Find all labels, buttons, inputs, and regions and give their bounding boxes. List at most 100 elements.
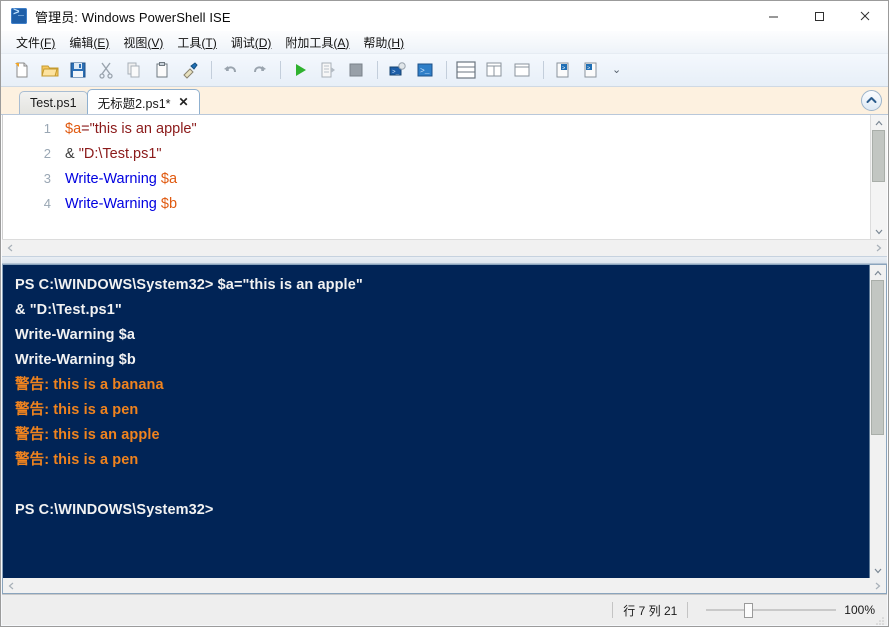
menu-item-edit[interactable]: 编辑(E) [62,32,116,53]
undo-icon[interactable] [218,57,244,83]
start-powershell-icon[interactable]: >_ [412,57,438,83]
menu-label: 调试 [230,35,255,50]
console-prompt-line: PS C:\WINDOWS\System32> [15,502,214,518]
code-text: & "D:\Test.ps1" [65,146,162,162]
tab-close-icon[interactable]: ✕ [179,96,189,108]
console-horizontal-scrollbar[interactable] [2,578,887,594]
console-pane: PS C:\WINDOWS\System32> $a="this is an a… [2,264,887,578]
script-editor[interactable]: 1 $a="this is an apple" 2 & "D:\Test.ps1… [2,115,870,239]
layout-vertical-icon[interactable] [481,57,507,83]
scroll-thumb[interactable] [872,130,885,182]
scroll-right-arrow[interactable] [870,578,886,593]
new-script-icon[interactable] [9,57,35,83]
scroll-track[interactable] [870,280,886,563]
code-text: Write-Warning $b [65,196,177,212]
menu-label: 附加工具 [285,35,334,50]
clear-console-icon[interactable] [177,57,203,83]
zoom-level-label: 100% [844,603,875,617]
svg-text:>: > [587,65,590,72]
svg-text:>_: >_ [392,69,400,76]
zoom-slider-track[interactable] [706,609,837,611]
script-pane-horizontal-scrollbar[interactable] [2,239,887,256]
tab-test-ps1[interactable]: Test.ps1 [19,91,88,114]
code-text: $a="this is an apple" [65,121,197,137]
code-line: 3 Write-Warning $a [3,171,870,196]
tab-label: 无标题2.ps1* [97,96,171,111]
close-button[interactable] [842,1,888,31]
scroll-thumb[interactable] [871,280,884,435]
new-remote-session-icon[interactable]: >_ [384,57,410,83]
menu-label: 文件 [16,35,41,50]
paste-clipboard-icon[interactable] [149,57,175,83]
status-separator [687,602,689,618]
stop-operation-icon[interactable] [343,57,369,83]
code-token: Write-Warning [65,196,161,212]
menu-item-tools[interactable]: 工具(T) [170,32,223,53]
zoom-slider[interactable] [706,602,837,618]
show-script-pane-right-icon[interactable]: > [578,57,604,83]
collapse-script-pane-button[interactable] [861,90,882,111]
scroll-track[interactable] [18,240,871,256]
powershell-ise-icon [11,7,27,24]
console-line: & "D:\Test.ps1" [15,302,122,318]
run-script-icon[interactable] [287,57,313,83]
scroll-down-arrow[interactable] [871,224,887,239]
console-line: PS C:\WINDOWS\System32> $a="this is an a… [15,277,363,293]
code-token: ="this is an apple" [81,121,197,137]
tab-strip: Test.ps1 无标题2.ps1* ✕ [1,87,888,115]
svg-text:>: > [562,65,565,72]
code-token: & [65,146,79,162]
maximize-button[interactable] [796,1,842,31]
toolbar: >_ >_ > > ⌄ [1,54,888,87]
line-number: 2 [43,146,51,161]
minimize-button[interactable] [750,1,796,31]
code-line: 2 & "D:\Test.ps1" [3,146,870,171]
code-line: 1 $a="this is an apple" [3,121,870,146]
menu-accel: (E) [93,35,110,50]
console-warning-line: 警告: this is a banana [15,377,164,393]
cut-scissors-icon[interactable] [93,57,119,83]
open-folder-icon[interactable] [37,57,63,83]
menu-accel: (A) [333,35,350,50]
show-script-pane-top-icon[interactable]: > [550,57,576,83]
console-line: Write-Warning $b [15,352,136,368]
status-bar: 行 7 列 21 100% [2,594,887,625]
menu-item-view[interactable]: 视图(V) [116,32,170,53]
menu-item-addons[interactable]: 附加工具(A) [278,32,356,53]
layout-maximize-script-icon[interactable] [509,57,535,83]
save-icon[interactable] [65,57,91,83]
pane-splitter[interactable] [2,256,887,264]
zoom-slider-thumb[interactable] [744,603,754,618]
scroll-up-arrow[interactable] [871,115,887,130]
console-vertical-scrollbar[interactable] [869,265,886,578]
copy-icon[interactable] [121,57,147,83]
menu-accel: (F) [40,35,56,50]
scroll-track[interactable] [871,130,887,224]
scroll-left-arrow[interactable] [3,578,19,593]
menu-item-help[interactable]: 帮助(H) [356,32,411,53]
console-warning-line: 警告: this is an apple [15,427,160,443]
resize-grip[interactable] [875,613,885,625]
menu-item-file[interactable]: 文件(F) [9,32,62,53]
script-pane-vertical-scrollbar[interactable] [870,115,887,239]
run-selection-icon[interactable] [315,57,341,83]
cursor-position-indicator: 行 7 列 21 [623,603,678,618]
toolbar-separator [280,61,281,79]
scroll-up-arrow[interactable] [870,265,886,280]
toolbar-separator [543,61,544,79]
window-controls [750,1,888,31]
toolbar-separator [377,61,378,79]
toolbar-overflow-button[interactable]: ⌄ [612,65,621,76]
redo-icon[interactable] [246,57,272,83]
scroll-left-arrow[interactable] [2,241,18,256]
title-bar: 管理员: Windows PowerShell ISE [1,1,888,31]
scroll-down-arrow[interactable] [870,563,886,578]
layout-horizontal-icon[interactable] [453,57,479,83]
console-output[interactable]: PS C:\WINDOWS\System32> $a="this is an a… [3,265,869,578]
window-title: 管理员: Windows PowerShell ISE [35,9,231,25]
scroll-right-arrow[interactable] [871,241,887,256]
line-number: 4 [43,196,51,211]
tab-untitled2-ps1[interactable]: 无标题2.ps1* ✕ [86,89,200,114]
menu-item-debug[interactable]: 调试(D) [224,32,279,53]
